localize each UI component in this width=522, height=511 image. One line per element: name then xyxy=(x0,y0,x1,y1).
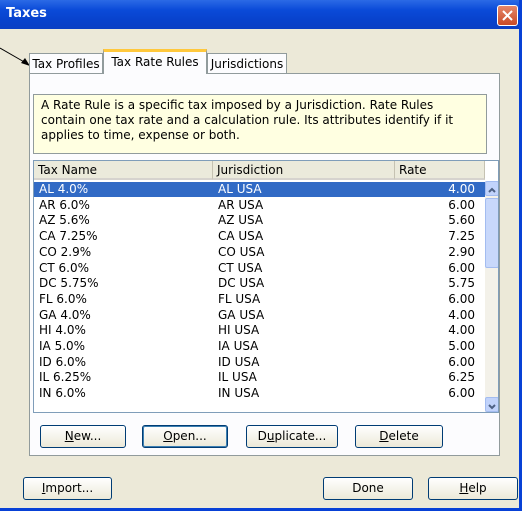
help-label-key: H xyxy=(459,481,469,495)
import-button[interactable]: Import... xyxy=(23,477,112,500)
tax-name-cell: GA 4.0% xyxy=(39,307,91,322)
table-row[interactable]: GA 4.0% GA USA 4.00 xyxy=(34,308,485,323)
rate-cell: 5.75 xyxy=(448,276,475,291)
rate-cell: 7.25 xyxy=(448,229,475,244)
rate-cell: 4.00 xyxy=(448,307,475,322)
jurisdiction-cell: DC USA xyxy=(218,276,265,291)
tax-name-cell: AL 4.0% xyxy=(39,182,89,196)
chevron-down-icon xyxy=(488,404,496,410)
table-row[interactable]: FL 6.0% FL USA 6.00 xyxy=(34,292,485,307)
rate-cell: 6.00 xyxy=(448,260,475,275)
help-label-rest: elp xyxy=(468,481,487,495)
column-header-tax-name[interactable]: Tax Name xyxy=(34,161,213,180)
column-header-jurisdiction[interactable]: Jurisdiction xyxy=(213,161,395,180)
table-row[interactable]: CT 6.0% CT USA 6.00 xyxy=(34,261,485,276)
table-row[interactable]: IN 6.0% IN USA 6.00 xyxy=(34,386,485,401)
table-row[interactable]: AZ 5.6% AZ USA 5.60 xyxy=(34,213,485,228)
close-button[interactable] xyxy=(497,5,518,26)
table-row[interactable]: IA 5.0% IA USA 5.00 xyxy=(34,339,485,354)
jurisdiction-cell: HI USA xyxy=(218,323,260,338)
table-row[interactable]: ID 6.0% ID USA 6.00 xyxy=(34,355,485,370)
open-label-rest: pen... xyxy=(172,429,207,443)
rate-cell: 2.90 xyxy=(448,244,475,259)
tax-name-cell: CO 2.9% xyxy=(39,244,92,259)
table-row[interactable]: IL 6.25% IL USA 6.25 xyxy=(34,370,485,385)
delete-label-rest: elete xyxy=(388,429,419,443)
table-row[interactable]: HI 4.0% HI USA 4.00 xyxy=(34,323,485,338)
description-box: A Rate Rule is a specific tax imposed by… xyxy=(33,94,487,154)
jurisdiction-cell: CT USA xyxy=(218,260,263,275)
jurisdiction-cell: ID USA xyxy=(218,354,260,369)
duplicate-label-rest: plicate... xyxy=(274,429,327,443)
rate-cell: 4.00 xyxy=(448,182,475,196)
new-label-rest: ew... xyxy=(73,429,102,443)
title-bar[interactable]: Taxes xyxy=(0,0,519,29)
tab-tax-profiles[interactable]: Tax Profiles xyxy=(29,53,103,73)
table-row[interactable]: AL 4.0% AL USA 4.00 xyxy=(34,182,485,197)
rate-cell: 6.00 xyxy=(448,197,475,212)
tax-name-cell: CA 7.25% xyxy=(39,229,98,244)
open-button[interactable]: Open... xyxy=(142,425,228,448)
tax-name-cell: IL 6.25% xyxy=(39,370,92,385)
jurisdiction-cell: IN USA xyxy=(218,386,260,401)
jurisdiction-cell: AZ USA xyxy=(218,213,264,228)
tax-name-cell: AR 6.0% xyxy=(39,197,90,212)
tax-name-cell: FL 6.0% xyxy=(39,291,87,306)
table-row[interactable]: AR 6.0% AR USA 6.00 xyxy=(34,198,485,213)
table-row[interactable]: DC 5.75% DC USA 5.75 xyxy=(34,276,485,291)
tax-name-cell: CT 6.0% xyxy=(39,260,90,275)
duplicate-button[interactable]: Duplicate... xyxy=(246,425,338,448)
jurisdiction-cell: IL USA xyxy=(218,370,257,385)
rate-cell: 6.00 xyxy=(448,386,475,401)
help-button[interactable]: Help xyxy=(428,477,518,500)
jurisdiction-cell: CA USA xyxy=(218,229,264,244)
tab-tax-rate-rules[interactable]: Tax Rate Rules xyxy=(103,49,207,74)
tax-name-cell: DC 5.75% xyxy=(39,276,99,291)
jurisdiction-cell: FL USA xyxy=(218,291,261,306)
rate-cell: 5.60 xyxy=(448,213,475,228)
scroll-up-button[interactable] xyxy=(485,181,498,196)
import-label-rest: mport... xyxy=(45,481,94,495)
delete-button[interactable]: Delete xyxy=(355,425,443,448)
jurisdiction-cell: CO USA xyxy=(218,244,265,259)
tab-jurisdictions[interactable]: Jurisdictions xyxy=(207,53,287,73)
delete-label-key: D xyxy=(379,429,389,443)
close-icon xyxy=(502,10,513,21)
tax-name-cell: IA 5.0% xyxy=(39,339,86,353)
rate-cell: 6.25 xyxy=(448,370,475,385)
rate-cell: 6.00 xyxy=(448,291,475,306)
taxes-window: Taxes Tax Profiles Tax Rate Rules Jurisd… xyxy=(0,0,522,511)
table-row[interactable]: CA 7.25% CA USA 7.25 xyxy=(34,229,485,244)
new-label-key: N xyxy=(64,429,74,443)
done-button[interactable]: Done xyxy=(323,477,413,500)
vertical-scrollbar[interactable] xyxy=(485,181,498,412)
column-header-rate[interactable]: Rate xyxy=(395,161,485,180)
new-button[interactable]: New... xyxy=(40,425,126,448)
duplicate-label-pre: D xyxy=(257,429,267,443)
tax-name-cell: HI 4.0% xyxy=(39,323,86,338)
duplicate-label-key: u xyxy=(266,429,275,443)
jurisdiction-cell: AR USA xyxy=(218,197,264,212)
jurisdiction-cell: IA USA xyxy=(218,339,259,353)
open-label-key: O xyxy=(163,429,173,443)
rate-cell: 5.00 xyxy=(448,339,475,353)
scroll-down-button[interactable] xyxy=(485,397,498,412)
jurisdiction-cell: AL USA xyxy=(218,182,262,196)
tax-name-cell: AZ 5.6% xyxy=(39,213,90,228)
rate-cell: 6.00 xyxy=(448,354,475,369)
tax-name-cell: IN 6.0% xyxy=(39,386,86,401)
table-row[interactable]: CO 2.9% CO USA 2.90 xyxy=(34,245,485,260)
scroll-thumb[interactable] xyxy=(485,198,498,268)
jurisdiction-cell: GA USA xyxy=(218,307,265,322)
rate-cell: 4.00 xyxy=(448,323,475,338)
tax-name-cell: ID 6.0% xyxy=(39,354,87,369)
chevron-up-icon xyxy=(488,187,496,193)
tax-rules-list[interactable]: Tax Name Jurisdiction Rate AL 4.0% AL USA… xyxy=(33,160,499,413)
